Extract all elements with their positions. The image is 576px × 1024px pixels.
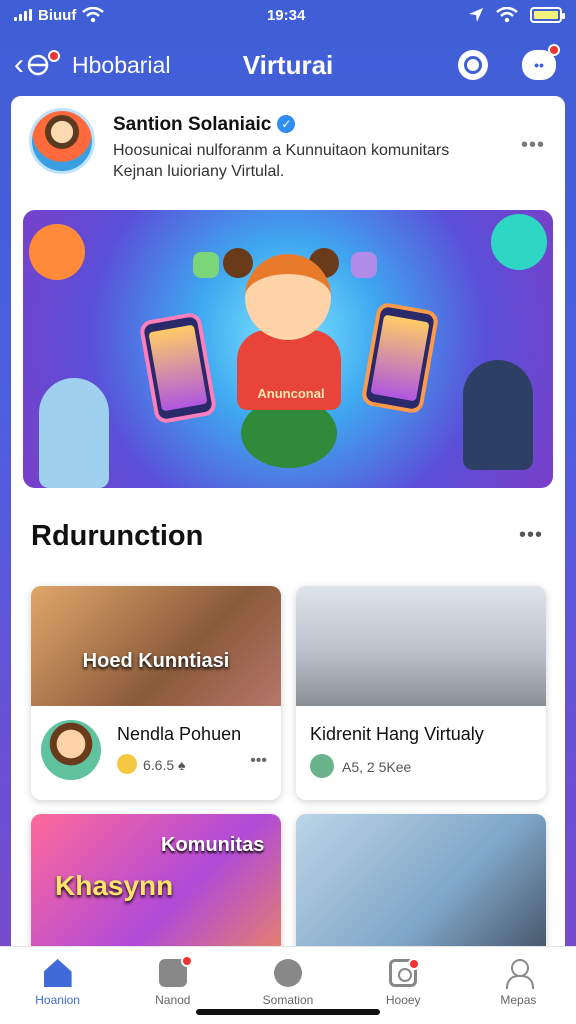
card-image-text-2: Khasynn — [55, 870, 174, 901]
content-card-3[interactable]: Komunitas Khasynn — [31, 814, 281, 946]
chat-icon: •• — [534, 57, 544, 73]
status-right — [468, 7, 565, 23]
card-image — [296, 814, 546, 946]
content-card-2[interactable]: Kidrenit Hang Virtualy A5, 2 5Kee — [296, 586, 546, 800]
post-text: Hoosunicai nulforanm a Kunnuitaon komuni… — [113, 142, 450, 180]
post-author[interactable]: Santion Solaniaic ✓ — [113, 114, 296, 136]
search-button[interactable] — [458, 50, 488, 80]
carrier-label: Biuuf — [38, 6, 77, 24]
chat-bubble-icon — [29, 224, 85, 280]
location-icon — [468, 8, 483, 22]
card-image-text: Komunitas — [161, 834, 265, 856]
tab-home[interactable]: Hoanion — [0, 947, 115, 1024]
home-indicator[interactable] — [196, 1009, 380, 1015]
tab-profile[interactable]: Mepas — [461, 947, 576, 1024]
character-ear-left — [223, 248, 253, 278]
card-avatar — [41, 720, 101, 780]
photo-tile — [193, 252, 219, 278]
card-image — [31, 586, 281, 706]
menu-icon — [27, 54, 49, 76]
photo-tile-2 — [351, 252, 377, 278]
people-icon — [158, 955, 193, 987]
card-title: Kidrenit Hang Virtualy — [310, 724, 484, 744]
wifi-icon — [82, 7, 105, 23]
card-title: Nendla Pohuen — [117, 724, 242, 744]
media-icon — [389, 958, 421, 987]
chat-badge — [548, 44, 560, 56]
chevron-left-icon: ‹ — [14, 48, 24, 81]
status-bar: Biuuf 19:34 — [0, 0, 576, 30]
nav-bar: ‹ Hbobarial Virturai •• — [0, 40, 576, 90]
hero-banner-text: Anunconal — [257, 386, 325, 401]
main-content: Santion Solaniaic ✓ Hoosunicai nulforanm … — [11, 96, 565, 946]
section-more-icon[interactable]: ••• — [519, 524, 543, 547]
author-avatar[interactable] — [29, 108, 95, 174]
emoji-icon — [117, 754, 137, 774]
nav-left-title[interactable]: Hbobarial — [72, 52, 170, 79]
post-header: Santion Solaniaic ✓ Hoosunicai nulforanm … — [11, 96, 565, 206]
tab-label: Nanod — [155, 993, 191, 1007]
card-more-icon[interactable]: ••• — [250, 752, 267, 770]
tab-label: Somation — [262, 993, 314, 1007]
card-meta: A5, 2 5Kee — [310, 754, 411, 778]
person-right — [463, 360, 533, 470]
tab-label: Mepas — [500, 993, 537, 1007]
section-title: Rdurunction — [31, 520, 204, 552]
content-card-1[interactable]: Hoed Kunntiasi Nendla Pohuen 6.6.5 ♠ ••• — [31, 586, 281, 800]
tab-label: Hooey — [385, 993, 421, 1007]
battery-icon — [529, 7, 565, 23]
author-name: Santion Solaniaic — [113, 114, 272, 135]
profile-icon — [504, 959, 535, 989]
notification-badge — [48, 50, 60, 62]
card-meta: 6.6.5 ♠ — [117, 754, 185, 774]
card-image-text: Hoed Kunntiasi — [82, 650, 230, 672]
tab-badge — [408, 958, 421, 970]
chat-bubble-icon-right — [491, 214, 547, 270]
home-icon — [43, 959, 72, 987]
card-meta-text: A5, 2 5Kee — [342, 759, 412, 775]
wifi-icon-right — [496, 7, 518, 23]
card-small-avatar — [310, 754, 334, 778]
hero-image[interactable]: Anunconal — [23, 210, 553, 488]
verified-icon: ✓ — [277, 115, 296, 133]
card-meta-text: 6.6.5 ♠ — [143, 757, 186, 773]
phone-illustration-right — [360, 301, 440, 415]
person-left — [39, 378, 109, 488]
phone-illustration-left — [138, 311, 218, 425]
clock: 19:34 — [266, 6, 306, 24]
content-card-4[interactable] — [296, 814, 546, 946]
signal-icon — [14, 9, 32, 21]
status-left: Biuuf — [14, 6, 105, 24]
circle-icon — [274, 959, 302, 987]
tab-label: Hoanion — [35, 993, 80, 1007]
tab-badge — [180, 955, 193, 967]
card-image — [296, 586, 546, 706]
chat-button[interactable]: •• — [522, 44, 560, 80]
back-button[interactable]: ‹ — [14, 48, 60, 82]
character-head — [245, 254, 331, 340]
more-options-icon[interactable]: ••• — [521, 134, 545, 157]
